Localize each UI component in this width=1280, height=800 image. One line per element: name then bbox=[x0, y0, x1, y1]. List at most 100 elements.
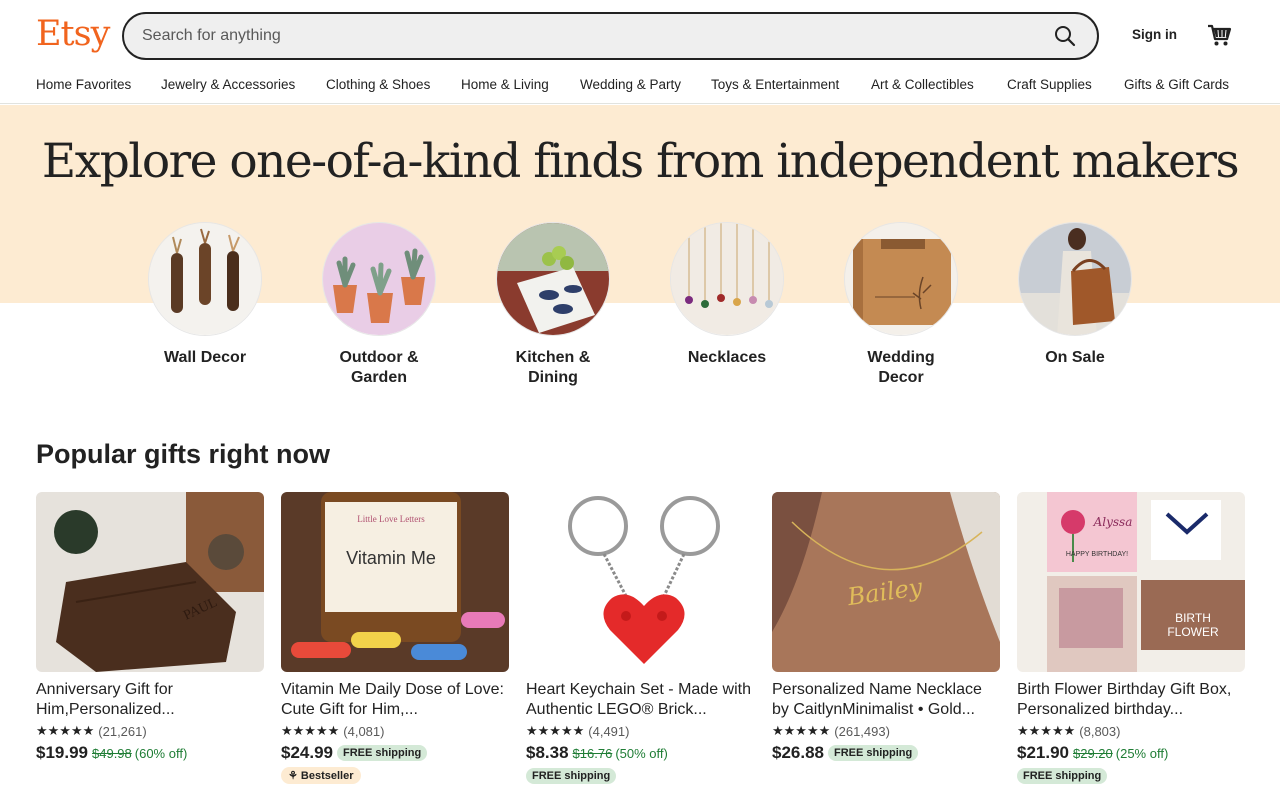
free-shipping-badge: FREE shipping bbox=[526, 768, 617, 784]
svg-text:Little Love Letters: Little Love Letters bbox=[357, 514, 425, 524]
search-input[interactable] bbox=[142, 14, 1032, 58]
category-necklaces[interactable]: Necklaces bbox=[652, 222, 802, 368]
category-image bbox=[148, 222, 262, 336]
original-price: $29.20 bbox=[1073, 745, 1113, 761]
free-shipping-badge: FREE shipping bbox=[337, 745, 428, 761]
badge-row: FREE shipping bbox=[526, 766, 754, 786]
star-icons: ★★★★★ bbox=[772, 723, 831, 738]
category-wall-decor[interactable]: Wall Decor bbox=[130, 222, 280, 368]
product-title[interactable]: Heart Keychain Set - Made with Authentic… bbox=[526, 680, 754, 720]
category-image bbox=[844, 222, 958, 336]
product-rating: ★★★★★ (8,803) bbox=[1017, 722, 1245, 740]
category-image bbox=[496, 222, 610, 336]
award-icon: ⚘ bbox=[288, 770, 301, 782]
star-icons: ★★★★★ bbox=[1017, 723, 1076, 738]
badge-row: ⚘ Bestseller bbox=[281, 766, 509, 786]
nav-item-art[interactable]: Art & Collectibles bbox=[871, 77, 974, 92]
discount-percent: (25% off) bbox=[1115, 745, 1169, 761]
price-row: $21.90 $29.20 (25% off) bbox=[1017, 742, 1245, 764]
nav-item-wedding[interactable]: Wedding & Party bbox=[580, 77, 681, 92]
category-image bbox=[670, 222, 784, 336]
product-rating: ★★★★★ (4,491) bbox=[526, 722, 754, 740]
nav-item-clothing[interactable]: Clothing & Shoes bbox=[326, 77, 430, 92]
etsy-logo[interactable]: Etsy bbox=[36, 14, 110, 54]
category-label: Kitchen & Dining bbox=[515, 349, 591, 386]
hero-title: Explore one-of-a-kind finds from indepen… bbox=[41, 134, 1240, 189]
nav-item-jewelry[interactable]: Jewelry & Accessories bbox=[161, 77, 295, 92]
sale-price: $19.99 bbox=[36, 743, 88, 762]
product-card[interactable]: Bailey Personalized Name Necklace by Cai… bbox=[772, 492, 1000, 764]
product-rating: ★★★★★ (4,081) bbox=[281, 722, 509, 740]
product-rating: ★★★★★ (21,261) bbox=[36, 722, 264, 740]
category-outdoor-garden[interactable]: Outdoor & Garden bbox=[304, 222, 454, 388]
review-count: (261,493) bbox=[834, 723, 890, 739]
review-count: (21,261) bbox=[98, 723, 147, 739]
sale-price: $21.90 bbox=[1017, 743, 1069, 762]
review-count: (4,081) bbox=[343, 723, 385, 739]
search-bar bbox=[122, 12, 1099, 60]
star-icons: ★★★★★ bbox=[281, 723, 340, 738]
nav-item-home-living[interactable]: Home & Living bbox=[461, 77, 549, 92]
category-label: Outdoor & Garden bbox=[339, 349, 419, 386]
category-label: On Sale bbox=[1045, 349, 1105, 366]
category-wedding-decor[interactable]: Wedding Decor bbox=[826, 222, 976, 388]
category-kitchen-dining[interactable]: Kitchen & Dining bbox=[478, 222, 628, 388]
category-on-sale[interactable]: On Sale bbox=[1000, 222, 1150, 368]
discount-percent: (60% off) bbox=[134, 745, 188, 761]
header: Etsy Sign in bbox=[0, 0, 1280, 70]
svg-text:Vitamin Me: Vitamin Me bbox=[346, 548, 436, 568]
category-nav: Home Favorites Jewelry & Accessories Clo… bbox=[0, 70, 1280, 104]
product-image bbox=[526, 492, 754, 672]
nav-item-gifts[interactable]: Gifts & Gift Cards bbox=[1124, 77, 1229, 92]
nav-item-toys[interactable]: Toys & Entertainment bbox=[711, 77, 839, 92]
sign-in-link[interactable]: Sign in bbox=[1132, 27, 1177, 42]
category-image bbox=[1018, 222, 1132, 336]
svg-text:HAPPY BIRTHDAY!: HAPPY BIRTHDAY! bbox=[1066, 551, 1128, 558]
free-shipping-badge: FREE shipping bbox=[828, 745, 919, 761]
sale-price: $8.38 bbox=[526, 743, 569, 762]
product-image: PAUL bbox=[36, 492, 264, 672]
product-title[interactable]: Anniversary Gift for Him,Personalized... bbox=[36, 680, 264, 720]
svg-text:Alyssa: Alyssa bbox=[1093, 515, 1133, 529]
bestseller-badge: ⚘ Bestseller bbox=[281, 767, 361, 784]
category-label: Wall Decor bbox=[163, 349, 247, 366]
discount-percent: (50% off) bbox=[615, 745, 668, 761]
sale-price: $24.99 bbox=[281, 743, 333, 762]
product-card[interactable]: PAUL Anniversary Gift for Him,Personaliz… bbox=[36, 492, 264, 764]
price-row: $8.38 $16.76 (50% off) bbox=[526, 742, 754, 764]
star-icons: ★★★★★ bbox=[36, 723, 95, 738]
free-shipping-badge: FREE shipping bbox=[1017, 768, 1108, 784]
original-price: $16.76 bbox=[572, 745, 613, 761]
cart-icon bbox=[1208, 24, 1232, 46]
product-card[interactable]: Little Love Letters Vitamin Me Vitamin M… bbox=[281, 492, 509, 786]
product-title[interactable]: Vitamin Me Daily Dose of Love: Cute Gift… bbox=[281, 680, 509, 720]
review-count: (8,803) bbox=[1079, 723, 1121, 739]
original-price: $49.98 bbox=[92, 745, 132, 761]
cart-button[interactable] bbox=[1206, 22, 1232, 48]
product-title[interactable]: Personalized Name Necklace by CaitlynMin… bbox=[772, 680, 1000, 720]
popular-gifts-title: Popular gifts right now bbox=[36, 439, 330, 469]
sale-price: $26.88 bbox=[772, 743, 824, 762]
search-icon bbox=[1055, 26, 1076, 47]
price-row: $19.99 $49.98 (60% off) bbox=[36, 742, 264, 764]
bestseller-label: Bestseller bbox=[300, 770, 354, 782]
product-card[interactable]: Heart Keychain Set - Made with Authentic… bbox=[526, 492, 754, 786]
search-button[interactable] bbox=[1053, 24, 1077, 48]
category-label: Wedding Decor bbox=[867, 349, 935, 386]
svg-text:BIRTH: BIRTH bbox=[1175, 611, 1211, 625]
category-image bbox=[322, 222, 436, 336]
product-image: Little Love Letters Vitamin Me bbox=[281, 492, 509, 672]
review-count: (4,491) bbox=[588, 723, 630, 739]
product-rating: ★★★★★ (261,493) bbox=[772, 722, 1000, 740]
product-image: Alyssa HAPPY BIRTHDAY! BIRTH FLOWER bbox=[1017, 492, 1245, 672]
price-row: $24.99 FREE shipping bbox=[281, 742, 509, 764]
product-image: Bailey bbox=[772, 492, 1000, 672]
product-title[interactable]: Birth Flower Birthday Gift Box, Personal… bbox=[1017, 680, 1245, 720]
price-row: $26.88 FREE shipping bbox=[772, 742, 1000, 764]
nav-item-craft[interactable]: Craft Supplies bbox=[1007, 77, 1092, 92]
star-icons: ★★★★★ bbox=[526, 723, 585, 738]
product-card[interactable]: Alyssa HAPPY BIRTHDAY! BIRTH FLOWER Birt… bbox=[1017, 492, 1245, 786]
badge-row: FREE shipping bbox=[1017, 766, 1245, 786]
nav-item-home-favorites[interactable]: Home Favorites bbox=[36, 77, 131, 92]
svg-text:FLOWER: FLOWER bbox=[1167, 625, 1219, 639]
